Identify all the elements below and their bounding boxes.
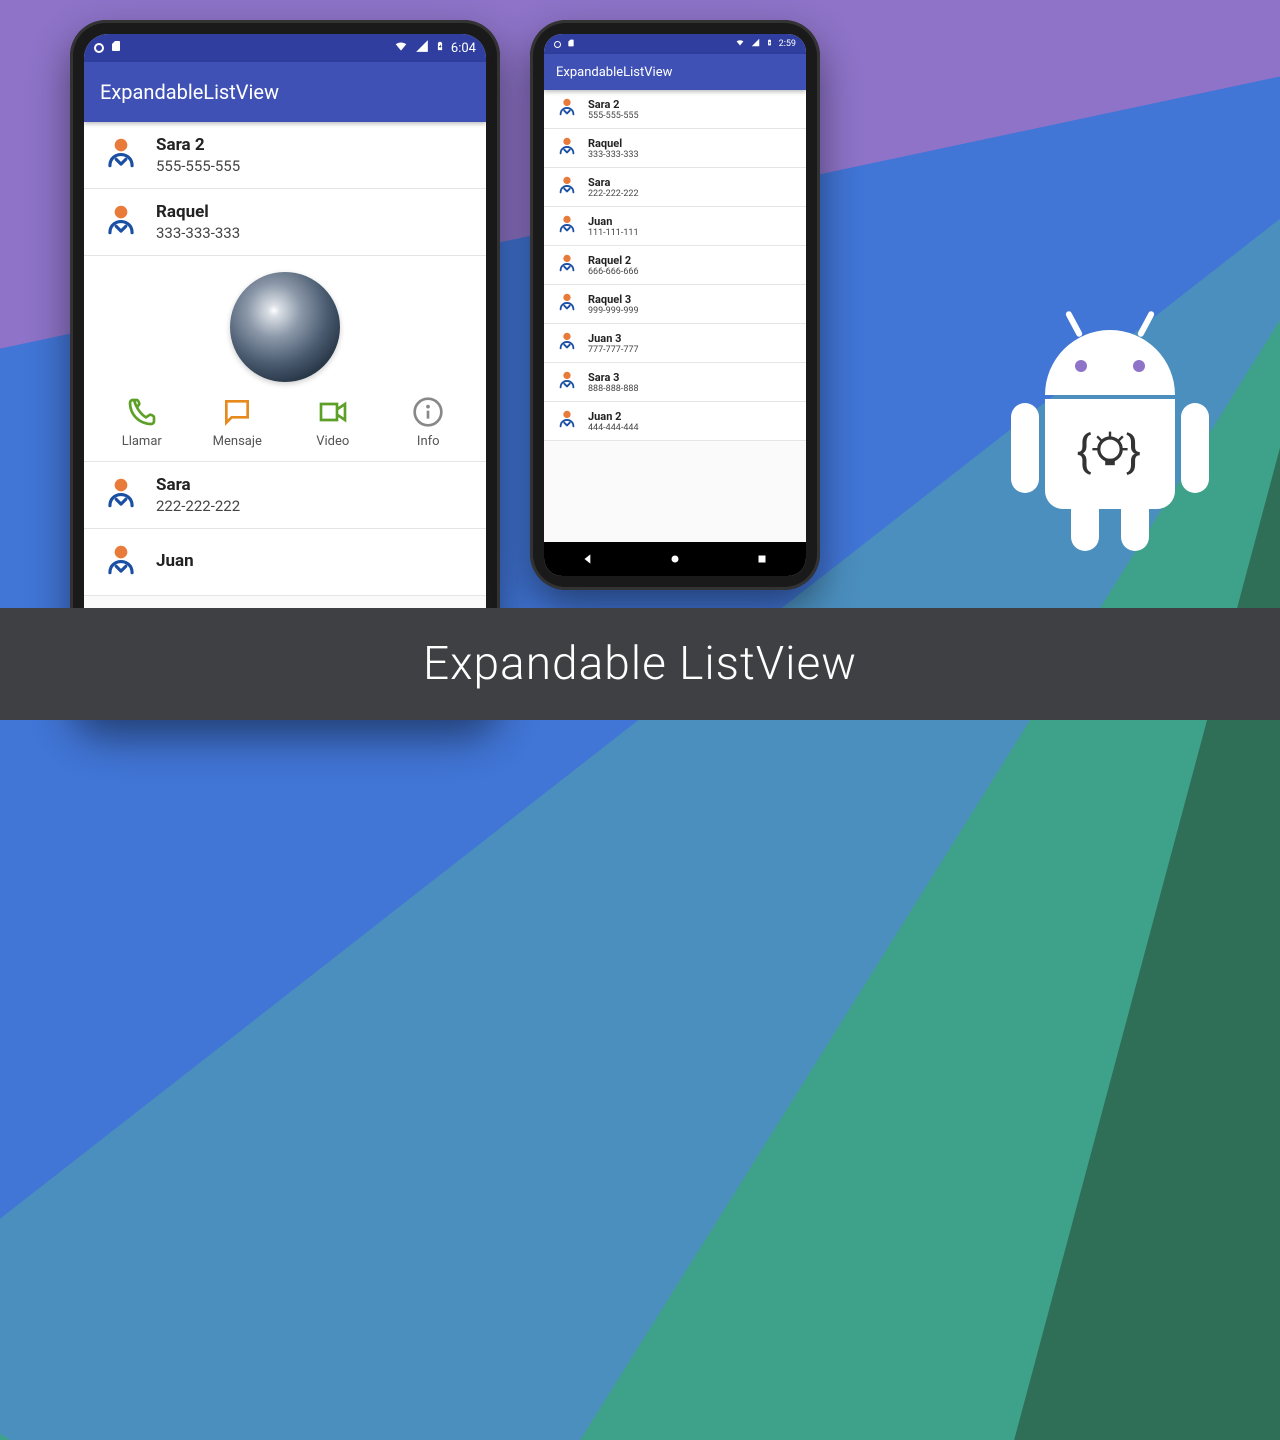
- nav-bar: [544, 542, 806, 576]
- nav-back[interactable]: [579, 550, 597, 568]
- person-icon: [556, 330, 578, 356]
- nav-home[interactable]: [666, 550, 684, 568]
- screen-large: 6:04 ExpandableListView Sara 2 555-555-55…: [84, 34, 486, 706]
- person-icon: [102, 201, 140, 243]
- sim-icon: [110, 40, 122, 56]
- video-icon: [317, 396, 349, 428]
- status-circle-icon: [94, 43, 104, 53]
- info-icon: [412, 396, 444, 428]
- wifi-icon: [393, 39, 409, 57]
- message-button[interactable]: Mensaje: [197, 396, 277, 449]
- contact-phone: 555-555-555: [156, 157, 240, 175]
- contact-phone: 444-444-444: [588, 423, 639, 433]
- contact-phone: 111-111-111: [588, 228, 639, 238]
- contact-row[interactable]: Sara 3888-888-888: [544, 363, 806, 402]
- contact-row[interactable]: Sara 2555-555-555: [544, 90, 806, 129]
- contact-name: Sara 2: [156, 135, 240, 155]
- person-icon: [556, 252, 578, 278]
- contact-row[interactable]: Juan 2444-444-444: [544, 402, 806, 441]
- banner-title: Expandable ListView: [423, 637, 857, 691]
- contact-phone: 888-888-888: [588, 384, 639, 394]
- screen-small: 2:59 ExpandableListView Sara 2555-555-55…: [544, 34, 806, 576]
- contact-name: Sara 3: [588, 371, 639, 384]
- status-circle-icon: [554, 41, 561, 48]
- chat-icon: [221, 396, 253, 428]
- contact-row[interactable]: Juan: [84, 529, 486, 596]
- contact-name: Juan: [156, 551, 194, 571]
- person-icon: [556, 369, 578, 395]
- app-bar: ExpandableListView: [544, 54, 806, 90]
- contact-phone: 333-333-333: [156, 224, 240, 242]
- nav-recent[interactable]: [753, 550, 771, 568]
- contact-name: Raquel: [156, 202, 240, 222]
- android-robot-logo: { }: [1000, 330, 1220, 590]
- call-button[interactable]: Llamar: [102, 396, 182, 449]
- contact-name: Juan 3: [588, 332, 639, 345]
- contact-row[interactable]: Juan 3777-777-777: [544, 324, 806, 363]
- contact-phone: 222-222-222: [588, 189, 639, 199]
- status-time: 6:04: [451, 41, 476, 56]
- contact-phone: 777-777-777: [588, 345, 639, 355]
- contact-phone: 555-555-555: [588, 111, 639, 121]
- app-title: ExpandableListView: [100, 80, 279, 104]
- lightbulb-braces-icon: { }: [1070, 414, 1150, 494]
- contact-row[interactable]: Sara222-222-222: [544, 168, 806, 207]
- status-time: 2:59: [779, 39, 796, 49]
- contact-phone: 222-222-222: [156, 497, 240, 515]
- expanded-panel: Llamar Mensaje Video Info: [84, 256, 486, 462]
- person-icon: [556, 408, 578, 434]
- info-button[interactable]: Info: [388, 396, 468, 449]
- contact-name: Sara 2: [588, 98, 639, 111]
- battery-icon: [435, 39, 445, 57]
- battery-icon: [766, 38, 773, 50]
- person-icon: [556, 135, 578, 161]
- svg-text:}: }: [1126, 425, 1141, 478]
- phone-icon: [126, 396, 158, 428]
- contact-avatar: [230, 272, 340, 382]
- contact-row[interactable]: Raquel333-333-333: [544, 129, 806, 168]
- svg-text:{: {: [1076, 425, 1091, 478]
- wifi-icon: [735, 38, 745, 50]
- person-icon: [556, 174, 578, 200]
- person-icon: [556, 213, 578, 239]
- contact-row[interactable]: Sara 222-222-222: [84, 462, 486, 529]
- person-icon: [102, 541, 140, 583]
- app-title: ExpandableListView: [556, 65, 672, 80]
- contact-row[interactable]: Juan111-111-111: [544, 207, 806, 246]
- phone-small: 2:59 ExpandableListView Sara 2555-555-55…: [530, 20, 820, 590]
- title-banner: Expandable ListView: [0, 608, 1280, 720]
- contact-name: Juan 2: [588, 410, 639, 423]
- cell-signal-icon: [751, 38, 760, 50]
- contact-name: Raquel 3: [588, 293, 639, 306]
- contact-row[interactable]: Raquel 2666-666-666: [544, 246, 806, 285]
- contact-name: Raquel 2: [588, 254, 639, 267]
- person-icon: [102, 474, 140, 516]
- contact-name: Raquel: [588, 137, 639, 150]
- contact-row[interactable]: Raquel 3999-999-999: [544, 285, 806, 324]
- contact-name: Juan: [588, 215, 639, 228]
- sim-icon: [567, 39, 575, 50]
- person-icon: [102, 134, 140, 176]
- contact-row[interactable]: Sara 2 555-555-555: [84, 122, 486, 189]
- contact-row[interactable]: Raquel 333-333-333: [84, 189, 486, 256]
- contact-name: Sara: [588, 176, 639, 189]
- contact-phone: 666-666-666: [588, 267, 639, 277]
- status-bar: 6:04: [84, 34, 486, 62]
- app-bar: ExpandableListView: [84, 62, 486, 122]
- cell-signal-icon: [415, 39, 429, 57]
- video-button[interactable]: Video: [293, 396, 373, 449]
- contact-name: Sara: [156, 475, 240, 495]
- person-icon: [556, 291, 578, 317]
- contact-phone: 333-333-333: [588, 150, 639, 160]
- person-icon: [556, 96, 578, 122]
- contact-phone: 999-999-999: [588, 306, 639, 316]
- contact-list[interactable]: Sara 2555-555-555Raquel333-333-333Sara22…: [544, 90, 806, 542]
- status-bar: 2:59: [544, 34, 806, 54]
